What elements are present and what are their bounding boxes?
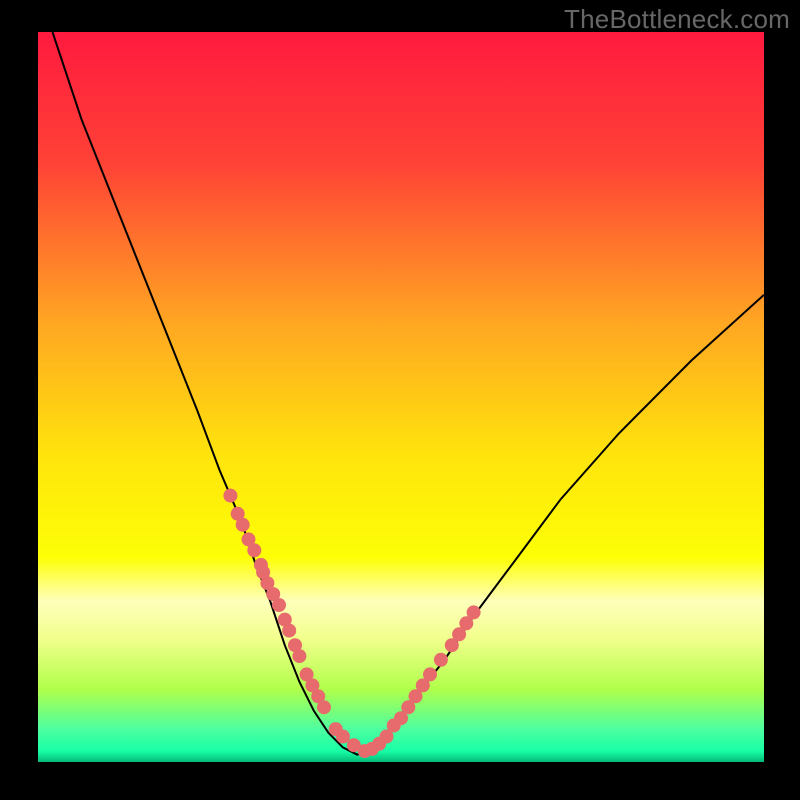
highlight-dot bbox=[336, 730, 350, 744]
highlight-dot bbox=[434, 653, 448, 667]
bottleneck-chart bbox=[0, 0, 800, 800]
highlight-dot bbox=[272, 598, 286, 612]
highlight-dot bbox=[423, 667, 437, 681]
chart-stage: { "watermark": "TheBottleneck.com", "cha… bbox=[0, 0, 800, 800]
highlight-dot bbox=[282, 624, 296, 638]
highlight-dot bbox=[247, 543, 261, 557]
watermark-text: TheBottleneck.com bbox=[564, 4, 790, 35]
highlight-dot bbox=[236, 518, 250, 532]
highlight-dot bbox=[467, 605, 481, 619]
highlight-dot bbox=[292, 649, 306, 663]
highlight-dot bbox=[317, 700, 331, 714]
highlight-dot bbox=[223, 489, 237, 503]
